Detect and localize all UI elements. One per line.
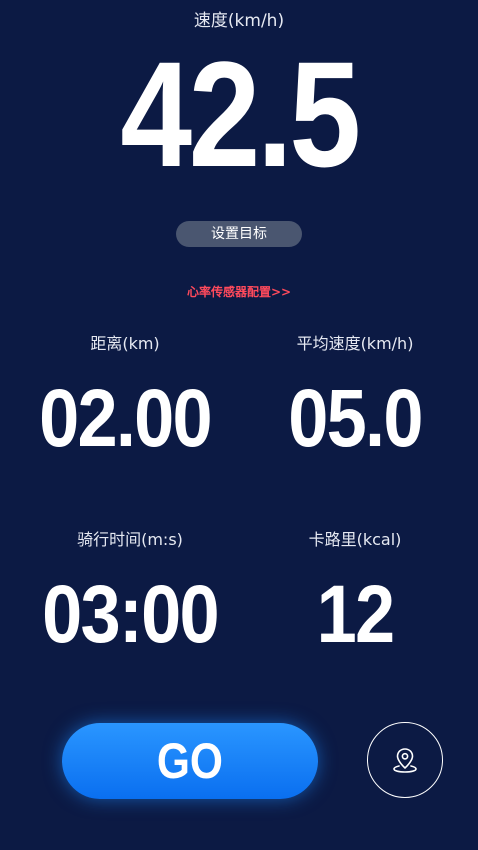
distance-stat: 距离(km) 02.00 — [15, 330, 235, 464]
calories-label: 卡路里(kcal) — [308, 530, 402, 549]
distance-label: 距离(km) — [90, 334, 160, 353]
avg-speed-label: 平均速度(km/h) — [296, 334, 414, 353]
ride-time-stat: 骑行时间(m:s) 03:00 — [15, 526, 245, 660]
map-pin-icon — [393, 748, 417, 773]
ride-time-label: 骑行时间(m:s) — [77, 530, 183, 549]
avg-speed-stat: 平均速度(km/h) 05.0 — [250, 330, 460, 464]
calories-stat: 卡路里(kcal) 12 — [250, 526, 460, 660]
speed-value: 42.5 — [120, 30, 361, 198]
distance-value: 02.00 — [39, 373, 213, 464]
calories-value: 12 — [316, 569, 396, 660]
map-button[interactable] — [367, 722, 443, 798]
speed-label: 速度(km/h) — [193, 11, 285, 31]
avg-speed-value: 05.0 — [288, 373, 423, 464]
go-button-label: GO — [156, 733, 224, 789]
set-goal-button[interactable]: 设置目标 — [176, 221, 302, 247]
go-button[interactable]: GO — [62, 723, 318, 799]
heart-rate-sensor-link[interactable]: 心率传感器配置>> — [0, 283, 478, 300]
cycling-dashboard: 速度(km/h) 42.5 设置目标 心率传感器配置>> 距离(km) 02.0… — [0, 0, 478, 850]
ride-time-value: 03:00 — [42, 569, 220, 660]
